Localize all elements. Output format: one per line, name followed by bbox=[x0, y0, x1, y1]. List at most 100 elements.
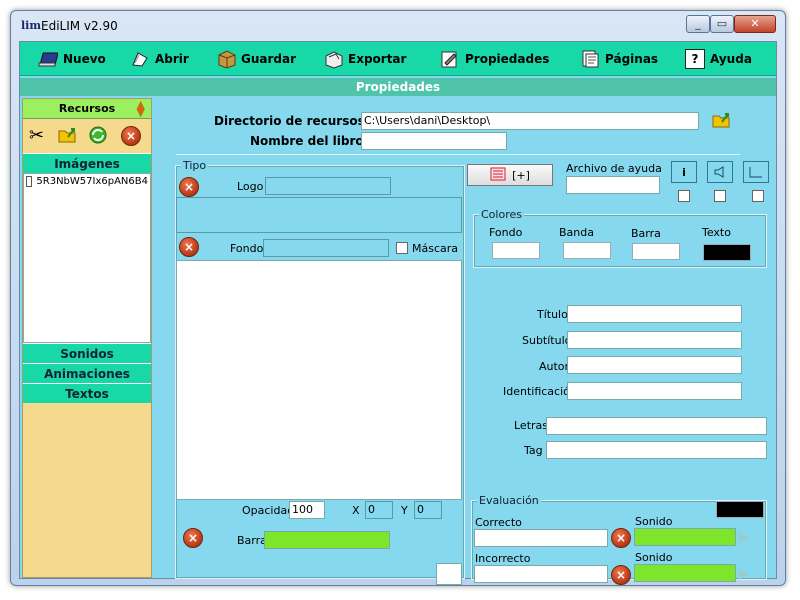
help-file-field[interactable] bbox=[566, 176, 660, 194]
letras-label: Letras bbox=[514, 419, 549, 432]
toolbar-abrir-label: Abrir bbox=[155, 52, 189, 66]
speaker-icon[interactable] bbox=[707, 161, 733, 183]
correcto-field[interactable] bbox=[474, 529, 608, 547]
play-incorrecto-icon[interactable] bbox=[739, 568, 748, 580]
resources-sidebar: Recursos ▲ ▼ ✂ × Imágenes 5R3NbW57Ix6pAN6… bbox=[22, 98, 152, 578]
evaluacion-title: Evaluación bbox=[477, 494, 541, 507]
y-field[interactable]: 0 bbox=[414, 501, 442, 519]
minimize-button[interactable]: _ bbox=[686, 15, 710, 33]
incorrecto-sound-field[interactable] bbox=[634, 564, 736, 582]
toolbar-exportar-label: Exportar bbox=[348, 52, 407, 66]
titulo-field[interactable] bbox=[567, 305, 742, 323]
toolbar-nuevo-label: Nuevo bbox=[63, 52, 106, 66]
export-icon bbox=[323, 49, 343, 69]
y-label: Y bbox=[401, 504, 408, 517]
toolbar-exportar-button[interactable]: Exportar bbox=[323, 48, 406, 70]
category-images[interactable]: Imágenes bbox=[23, 153, 151, 173]
add-help-label: [+] bbox=[512, 168, 530, 182]
sound-checkbox[interactable] bbox=[714, 190, 726, 202]
mascara-checkbox[interactable] bbox=[396, 242, 408, 254]
toolbar-ayuda-button[interactable]: ? Ayuda bbox=[685, 48, 752, 70]
resources-dir-field[interactable]: C:\Users\dani\Desktop\ bbox=[361, 112, 699, 130]
incorrecto-field[interactable] bbox=[474, 565, 608, 583]
updown-arrow-icon[interactable]: ▲ ▼ bbox=[137, 99, 145, 118]
colors-title: Colores bbox=[479, 208, 524, 221]
toolbar-ayuda-label: Ayuda bbox=[710, 52, 752, 66]
info-button[interactable]: i bbox=[671, 161, 697, 183]
delete-resource-icon[interactable]: × bbox=[121, 126, 141, 146]
category-animations[interactable]: Animaciones bbox=[23, 363, 151, 383]
clear-barra-icon[interactable]: × bbox=[183, 528, 203, 548]
tag-field[interactable] bbox=[546, 441, 767, 459]
identificacion-field[interactable] bbox=[567, 382, 742, 400]
toolbar-propiedades-label: Propiedades bbox=[465, 52, 550, 66]
barra-field[interactable] bbox=[264, 531, 390, 549]
file-name: 5R3NbW57Ix6pAN6B4 bbox=[36, 176, 148, 187]
category-texts[interactable]: Textos bbox=[23, 383, 151, 403]
toolbar-abrir-button[interactable]: Abrir bbox=[130, 48, 189, 70]
section-header: Propiedades bbox=[20, 78, 776, 96]
window-title: EdiLIM v2.90 bbox=[41, 19, 118, 33]
clear-fondo-icon[interactable]: × bbox=[179, 237, 199, 257]
color-banda-label: Banda bbox=[559, 226, 594, 239]
fondo-field[interactable] bbox=[263, 239, 389, 257]
tools-icon[interactable]: ✂ bbox=[29, 125, 44, 146]
color-banda-swatch[interactable] bbox=[563, 242, 611, 259]
clear-incorrecto-icon[interactable]: × bbox=[611, 565, 631, 585]
toolbar-paginas-button[interactable]: Páginas bbox=[580, 48, 658, 70]
incorrecto-label: Incorrecto bbox=[475, 552, 531, 565]
pages-icon bbox=[580, 49, 600, 69]
toolbar-propiedades-button[interactable]: Propiedades bbox=[440, 48, 549, 70]
browse-folder-icon[interactable] bbox=[711, 110, 733, 133]
refresh-icon[interactable] bbox=[87, 125, 109, 148]
x-field[interactable]: 0 bbox=[365, 501, 393, 519]
background-preview bbox=[176, 260, 462, 500]
toolbar-guardar-label: Guardar bbox=[241, 52, 297, 66]
book-name-field[interactable] bbox=[361, 132, 507, 150]
correcto-sound-field[interactable] bbox=[634, 528, 736, 546]
letras-field[interactable] bbox=[546, 417, 767, 435]
color-texto-swatch[interactable] bbox=[703, 244, 751, 261]
correcto-label: Correcto bbox=[475, 516, 522, 529]
color-fondo-label: Fondo bbox=[489, 226, 523, 239]
mascara-label: Máscara bbox=[412, 242, 459, 255]
barra-color-swatch[interactable] bbox=[436, 563, 462, 585]
opacidad-field[interactable]: 100 bbox=[289, 501, 325, 519]
info-checkbox[interactable] bbox=[678, 190, 690, 202]
incorrecto-sonido-label: Sonido bbox=[635, 551, 673, 564]
play-correcto-icon[interactable] bbox=[739, 532, 748, 544]
toolbar-guardar-button[interactable]: Guardar bbox=[216, 48, 296, 70]
resources-label: Recursos bbox=[58, 102, 116, 115]
window-frame-icon[interactable] bbox=[743, 161, 769, 183]
add-help-button[interactable]: [+] bbox=[467, 164, 553, 186]
autor-field[interactable] bbox=[567, 356, 742, 374]
clear-correcto-icon[interactable]: × bbox=[611, 528, 631, 548]
file-icon bbox=[26, 176, 33, 187]
barra-label: Barra bbox=[237, 534, 267, 547]
book-icon bbox=[38, 49, 58, 69]
resources-header[interactable]: Recursos ▲ ▼ bbox=[23, 99, 151, 119]
toolbar-nuevo-button[interactable]: Nuevo bbox=[38, 48, 106, 70]
list-item[interactable]: 5R3NbW57Ix6pAN6B4 bbox=[26, 176, 148, 187]
correcto-sonido-label: Sonido bbox=[635, 515, 673, 528]
logo-field[interactable] bbox=[265, 177, 391, 195]
category-sounds[interactable]: Sonidos bbox=[23, 343, 151, 363]
color-texto-label: Texto bbox=[702, 226, 731, 239]
color-fondo-swatch[interactable] bbox=[492, 242, 540, 259]
close-button[interactable]: ✕ bbox=[734, 15, 776, 33]
evaluacion-color-swatch[interactable] bbox=[716, 501, 764, 518]
frame-checkbox[interactable] bbox=[752, 190, 764, 202]
maximize-button[interactable]: ▭ bbox=[710, 15, 734, 33]
main-toolbar: Nuevo Abrir Guardar Exportar Propiedades… bbox=[20, 42, 776, 76]
client-area: Nuevo Abrir Guardar Exportar Propiedades… bbox=[19, 41, 777, 585]
clear-logo-icon[interactable]: × bbox=[179, 177, 199, 197]
open-folder-icon[interactable] bbox=[57, 125, 79, 148]
resource-file-list: 5R3NbW57Ix6pAN6B4 bbox=[23, 173, 151, 343]
app-logo-icon: lim bbox=[21, 19, 41, 32]
color-barra-swatch[interactable] bbox=[632, 243, 680, 260]
subtitulo-field[interactable] bbox=[567, 331, 742, 349]
titulo-label: Título bbox=[537, 308, 568, 321]
tipo-title: Tipo bbox=[181, 159, 209, 172]
title-bar[interactable]: lim EdiLIM v2.90 _ ▭ ✕ bbox=[11, 11, 785, 41]
app-window: lim EdiLIM v2.90 _ ▭ ✕ Nuevo Abrir Guard… bbox=[10, 10, 786, 586]
